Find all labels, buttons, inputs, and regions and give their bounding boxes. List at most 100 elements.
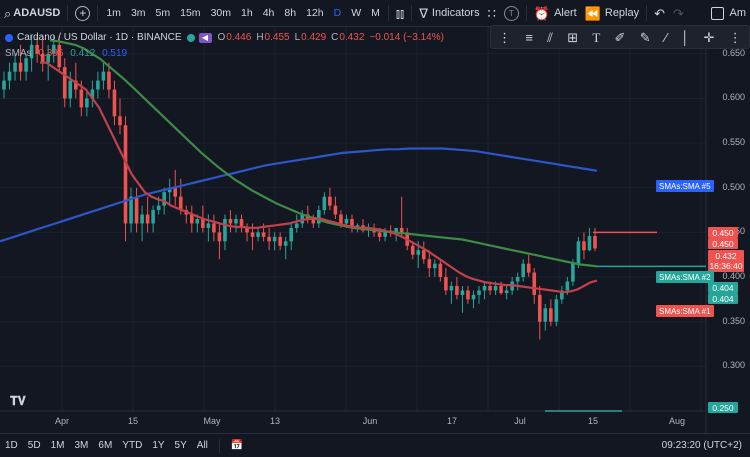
range-all[interactable]: All (192, 440, 213, 451)
drawing-toolbar: ⋮ ≡ ⫽ ⊞ T ✐ ✎ ∕ │ ✛ ⋮ (490, 25, 750, 49)
indicators-icon: ∇ (419, 5, 428, 21)
text-tool-icon[interactable]: T (592, 31, 600, 44)
replay-button[interactable]: ⏪ Replay (581, 0, 643, 27)
alert-button[interactable]: ⏰ Alert (530, 0, 581, 27)
candle-body (582, 241, 586, 251)
candle-body (433, 263, 437, 269)
range-ytd[interactable]: YTD (117, 440, 147, 451)
pencil-icon[interactable]: ✎ (640, 31, 651, 44)
chart-area[interactable] (0, 27, 750, 433)
candle-body (488, 285, 492, 291)
sma1-tag[interactable]: SMAs:SMA #1 (656, 305, 714, 317)
candle-body (377, 232, 382, 237)
candle-body (140, 214, 144, 224)
candle-body (118, 116, 122, 126)
symbol-search-button[interactable]: ⌕ ADAUSD (0, 0, 64, 27)
timeframe-8h[interactable]: 8h (279, 0, 301, 27)
candle-body (311, 219, 316, 224)
timeframe-4h[interactable]: 4h (258, 0, 280, 27)
timeframe-1m[interactable]: 1m (101, 0, 126, 27)
price-tick-label: 0.600 (722, 92, 745, 103)
range-3m[interactable]: 3M (70, 440, 94, 451)
candle-body (344, 219, 349, 224)
range-1d[interactable]: 1D (0, 440, 23, 451)
high-label: H (256, 32, 264, 43)
range-6m[interactable]: 6M (93, 440, 117, 451)
bottom-toolbar: 1D 5D 1M 3M 6M YTD 1Y 5Y All 📅 09:23:20 (UTC+2) (0, 433, 750, 457)
candle-body (189, 214, 194, 224)
range-1y[interactable]: 1Y (147, 440, 169, 451)
time-tick-label: 13 (269, 416, 281, 426)
candle-body (289, 227, 294, 242)
range-5d[interactable]: 5D (23, 440, 46, 451)
crosshair-icon[interactable]: ✛ (704, 31, 715, 44)
timeframe-5m[interactable]: 5m (151, 0, 176, 27)
sma-legend[interactable]: SMAs 0.396 0.412 0.519 (5, 48, 127, 59)
chart-type-button[interactable]: ⫾⫾ (392, 0, 408, 27)
trend-line-icon[interactable]: ∕ (665, 31, 667, 44)
divider (387, 5, 389, 21)
candle-body (123, 125, 128, 224)
time-tick-label: 15 (127, 416, 139, 426)
parallel-channel-icon[interactable]: ⫽ (547, 31, 553, 44)
flag-icon[interactable]: ◀ (198, 32, 212, 43)
timeframe-15m[interactable]: 15m (175, 0, 205, 27)
replay-label: Replay (604, 7, 640, 19)
compare-symbol-plus-icon[interactable]: + (75, 5, 91, 21)
scripts-button[interactable]: T (500, 0, 523, 27)
undo-button[interactable]: ↶ (650, 0, 669, 27)
candle-body (576, 241, 581, 264)
candle-body (7, 71, 12, 81)
timeframe-d[interactable]: D (329, 0, 347, 27)
sma-value-1: 0.396 (38, 48, 64, 59)
candle-body (85, 98, 89, 108)
candle-body (460, 290, 465, 295)
sma2-tag[interactable]: SMAs:SMA #2 (656, 271, 714, 283)
candle-body (571, 263, 575, 282)
calendar-range-icon[interactable]: 📅 (226, 440, 248, 451)
horizontal-lines-icon[interactable]: ≡ (525, 31, 533, 44)
sma1-price-badge: 0.404 (708, 293, 738, 304)
timeframe-w[interactable]: W (346, 0, 366, 27)
indicators-button[interactable]: ∇ Indicators (415, 0, 483, 27)
price-tick-label: 0.300 (722, 360, 745, 371)
timeframe-m[interactable]: M (366, 0, 385, 27)
candle-body (427, 259, 432, 269)
time-tick-label: May (203, 416, 221, 426)
redo-button[interactable]: ↷ (669, 0, 688, 27)
scripts-t-icon: T (503, 5, 519, 21)
grid-pattern-icon[interactable]: ⊞ (567, 31, 578, 44)
timeframe-selector: 1m 3m 5m 15m 30m 1h 4h 8h 12h D W M (101, 0, 385, 27)
candle-body (256, 232, 260, 237)
candle-body (272, 236, 277, 242)
timeframe-1h[interactable]: 1h (236, 0, 258, 27)
layout-button[interactable]: Am (703, 0, 750, 27)
candle-body (129, 196, 133, 224)
timeframe-12h[interactable]: 12h (301, 0, 329, 27)
divider (525, 5, 527, 21)
more-icon[interactable]: ⋮ (729, 31, 742, 44)
drag-handle-icon[interactable]: ⋮ (498, 31, 511, 44)
timeframe-30m[interactable]: 30m (206, 0, 236, 27)
candle-body (18, 62, 23, 72)
range-1m[interactable]: 1M (46, 440, 70, 451)
timeframe-3m[interactable]: 3m (126, 0, 151, 27)
candle-body (173, 187, 178, 197)
candle-body (410, 245, 415, 255)
price-chart[interactable] (0, 27, 750, 433)
sma-value-3: 0.519 (102, 48, 128, 59)
candle-body (68, 80, 73, 99)
candle-body (416, 250, 421, 255)
templates-button[interactable]: ∷ (484, 0, 500, 27)
symbol-logo-icon (5, 33, 13, 42)
clock[interactable]: 09:23:20 (UTC+2) (662, 440, 742, 451)
vertical-line-icon[interactable]: │ (681, 31, 689, 44)
high-value: 0.455 (264, 32, 290, 43)
candle-body (24, 58, 28, 72)
sma5-tag[interactable]: SMAs:SMA #5 (656, 180, 714, 192)
tradingview-logo-icon[interactable]: 𝐓𝐕 (10, 394, 26, 409)
time-axis[interactable]: Apr 15 May 13 Jun 17 Jul 15 Aug (0, 411, 706, 431)
range-5y[interactable]: 5Y (170, 440, 192, 451)
brush-icon[interactable]: ✐ (615, 31, 626, 44)
price-tick-label: 0.550 (722, 137, 745, 148)
